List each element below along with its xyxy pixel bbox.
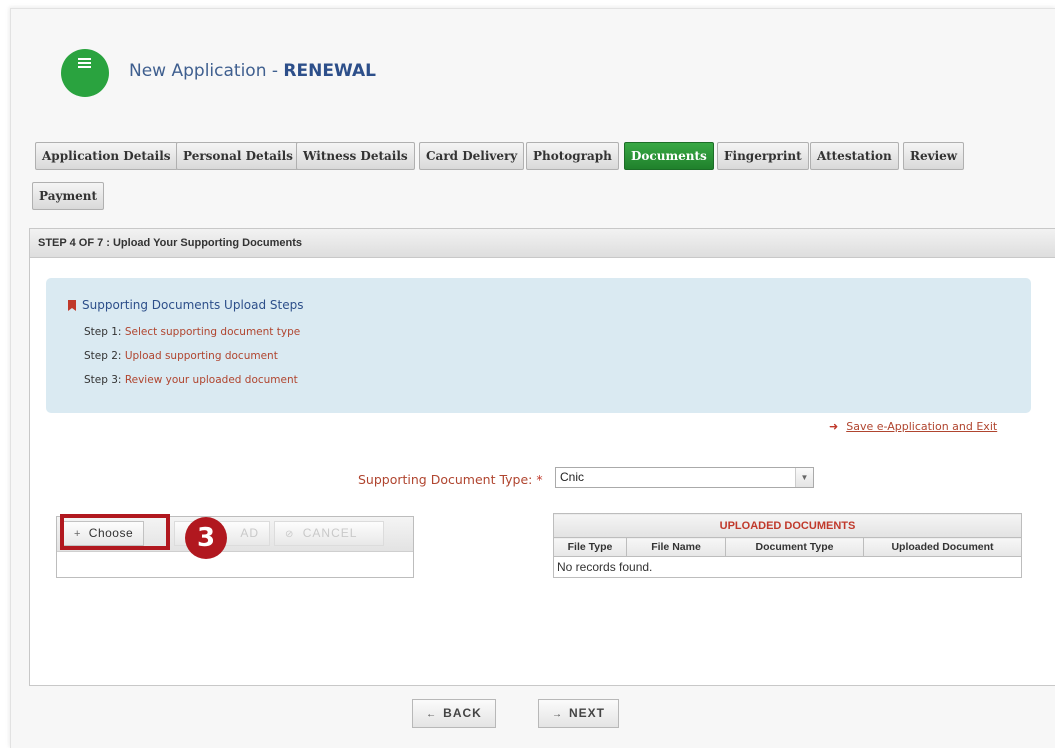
upload-steps-title: Supporting Documents Upload Steps xyxy=(82,298,304,312)
tab-photograph[interactable]: Photograph xyxy=(526,142,619,170)
document-type-label-text: Supporting Document Type: xyxy=(358,472,533,487)
arrow-left-icon: ← xyxy=(426,709,438,720)
step-text: Select supporting document type xyxy=(124,326,301,338)
annotation-step-badge: 3 xyxy=(185,517,227,559)
application-page: New Application - RENEWAL Application De… xyxy=(10,8,1055,748)
next-label: NEXT xyxy=(568,706,605,720)
step-label: Step 1: xyxy=(84,326,122,338)
column-header[interactable]: File Type xyxy=(553,537,627,557)
tab-payment[interactable]: Payment xyxy=(32,182,105,210)
uploaded-documents-table: UPLOADED DOCUMENTS File Type File Name D… xyxy=(553,513,1022,578)
document-type-select[interactable]: Cnic ▼ xyxy=(555,467,814,488)
tab-documents[interactable]: Documents xyxy=(624,142,714,170)
tab-fingerprint[interactable]: Fingerprint xyxy=(717,142,809,170)
save-and-exit-label: Save e-Application and Exit xyxy=(846,420,998,433)
page-title-type: RENEWAL xyxy=(283,61,376,81)
next-button[interactable]: → NEXT xyxy=(538,699,619,728)
back-label: BACK xyxy=(443,706,482,720)
bookmark-icon xyxy=(68,300,76,311)
arrow-right-icon: → xyxy=(551,709,563,720)
document-type-value: Cnic xyxy=(560,470,585,484)
chevron-down-icon[interactable]: ▼ xyxy=(795,468,813,487)
column-header[interactable]: Document Type xyxy=(725,537,864,557)
upload-step-1: Step 1: Select supporting document type xyxy=(84,326,300,338)
tab-witness-details[interactable]: Witness Details xyxy=(296,142,415,170)
uploaded-documents-caption: UPLOADED DOCUMENTS xyxy=(553,513,1022,538)
tab-card-delivery[interactable]: Card Delivery xyxy=(419,142,525,170)
step-text: Upload supporting document xyxy=(124,350,278,362)
tab-personal-details[interactable]: Personal Details xyxy=(176,142,300,170)
page-title-prefix: New Application - xyxy=(129,61,284,81)
step-panel: STEP 4 OF 7 : Upload Your Supporting Doc… xyxy=(29,228,1055,686)
upload-step-2: Step 2: Upload supporting document xyxy=(84,350,278,362)
step-label: Step 3: xyxy=(84,374,122,386)
tab-application-details[interactable]: Application Details xyxy=(35,142,178,170)
upload-label: AD xyxy=(240,526,259,540)
upload-steps-info: Supporting Documents Upload Steps Step 1… xyxy=(46,278,1031,413)
step-label: Step 2: xyxy=(84,350,122,362)
cancel-button[interactable]: ⊘ CANCEL xyxy=(274,521,384,546)
back-button[interactable]: ← BACK xyxy=(412,699,496,728)
menu-logo-icon[interactable] xyxy=(61,49,109,97)
save-and-exit-link[interactable]: ➜ Save e-Application and Exit xyxy=(829,420,997,433)
step-text: Review your uploaded document xyxy=(124,374,298,386)
required-mark: * xyxy=(536,472,543,487)
page-title: New Application - RENEWAL xyxy=(129,61,376,81)
upload-step-3: Step 3: Review your uploaded document xyxy=(84,374,298,386)
column-header[interactable]: File Name xyxy=(626,537,726,557)
tab-attestation[interactable]: Attestation xyxy=(810,142,899,170)
empty-message: No records found. xyxy=(553,556,1022,578)
column-header[interactable]: Uploaded Document xyxy=(863,537,1022,557)
cancel-icon: ⊘ xyxy=(285,529,295,540)
annotation-highlight-box xyxy=(60,514,170,550)
exit-icon: ➜ xyxy=(829,420,839,433)
document-type-label: Supporting Document Type: * xyxy=(358,472,543,487)
tab-review[interactable]: Review xyxy=(903,142,965,170)
cancel-label: CANCEL xyxy=(302,526,358,540)
step-header: STEP 4 OF 7 : Upload Your Supporting Doc… xyxy=(30,229,1055,258)
